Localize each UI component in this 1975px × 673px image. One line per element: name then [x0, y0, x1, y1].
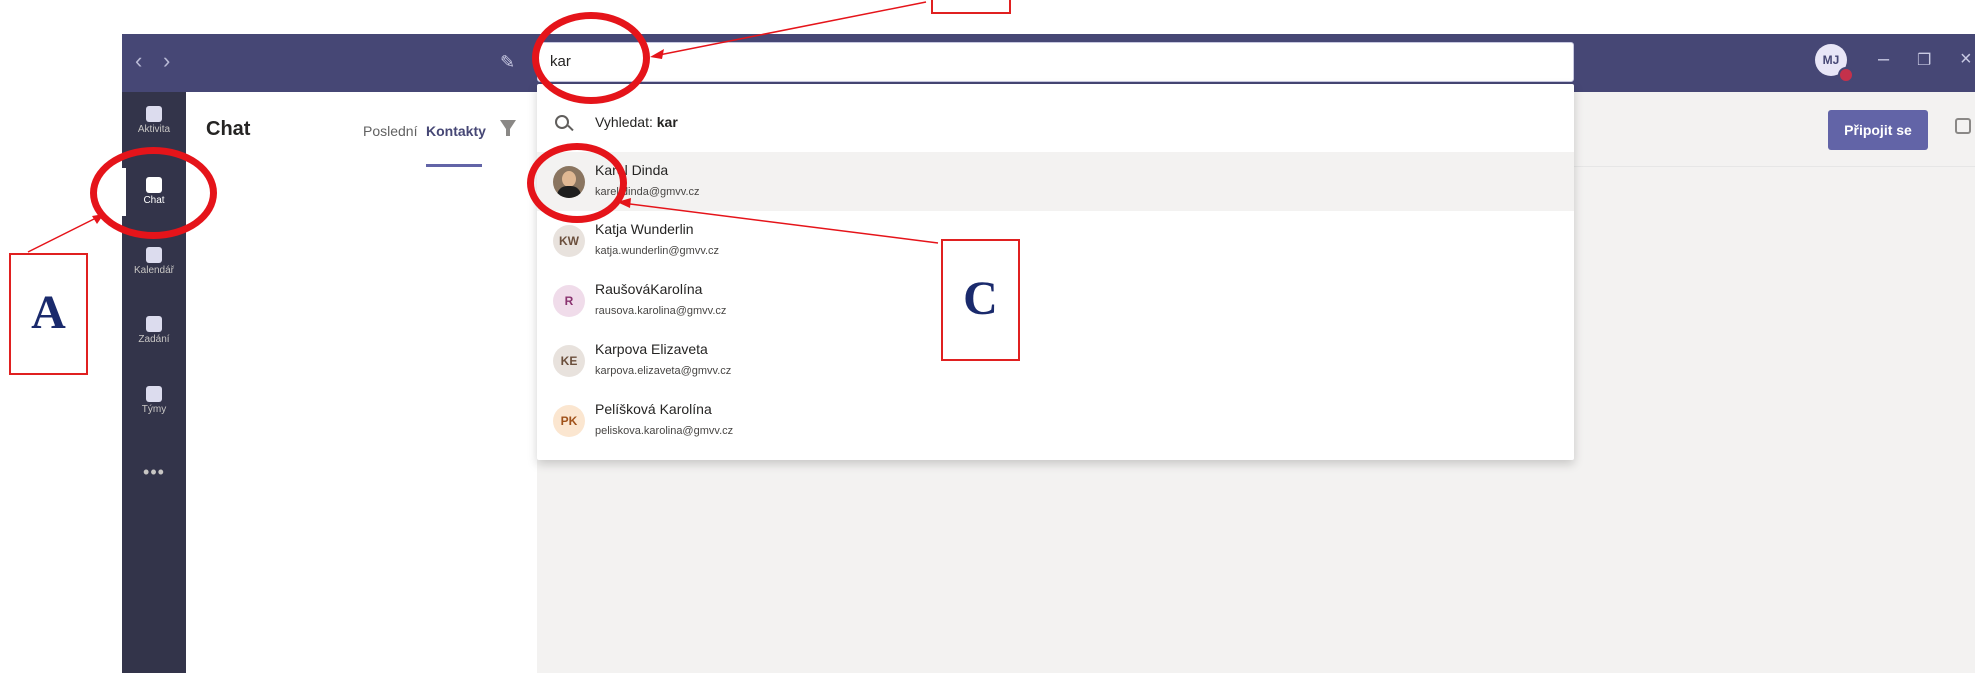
annotation-label-a: A: [31, 286, 66, 339]
back-arrow-icon[interactable]: ‹: [135, 48, 142, 74]
result-email: peliskova.karolina@gmvv.cz: [595, 425, 734, 437]
rail-item-assignments[interactable]: Zadání: [122, 316, 186, 345]
rail-item-label: Aktivita: [137, 124, 171, 135]
result-name: Katja Wunderlin: [595, 221, 694, 237]
assignments-icon: [146, 316, 162, 332]
search-suggestion-prefix: Vyhledat:: [595, 114, 657, 130]
result-email: karpova.elizaveta@gmvv.cz: [595, 365, 732, 377]
result-name: RaušováKarolína: [595, 281, 703, 297]
tab-contacts[interactable]: Kontakty: [426, 123, 486, 139]
list-item[interactable]: [537, 271, 1574, 330]
annotation-ellipse-chat: [90, 147, 217, 239]
avatar: PK: [553, 405, 585, 437]
rail-item-calendar[interactable]: Kalendář: [122, 247, 186, 276]
annotation-arrow-a: [27, 215, 101, 253]
result-email: katja.wunderlin@gmvv.cz: [595, 245, 720, 257]
tab-active-underline: [426, 164, 482, 167]
tab-recent[interactable]: Poslední: [363, 123, 417, 139]
result-name: Pelíšková Karolína: [595, 401, 712, 417]
bell-icon: [146, 106, 162, 122]
result-email: rausova.karolina@gmvv.cz: [595, 305, 727, 317]
list-item[interactable]: [537, 391, 1574, 450]
rail-item-label: Kalendář: [133, 265, 175, 276]
add-apps-icon[interactable]: [1955, 118, 1971, 134]
filter-icon-stem: [506, 128, 510, 136]
search-icon: [555, 115, 569, 129]
rail-item-label: Týmy: [141, 404, 167, 415]
join-button[interactable]: Připojit se: [1828, 110, 1928, 150]
minimize-icon[interactable]: –: [1878, 48, 1889, 71]
list-item[interactable]: [537, 152, 1574, 211]
rail-item-teams[interactable]: Týmy: [122, 386, 186, 415]
avatar: KE: [553, 345, 585, 377]
list-item[interactable]: [537, 211, 1574, 270]
rail-item-label: Zadání: [138, 334, 170, 345]
avatar: KW: [553, 225, 585, 257]
page-title: Chat: [206, 118, 251, 140]
list-item[interactable]: [537, 331, 1574, 390]
close-icon[interactable]: ×: [1960, 48, 1972, 71]
annotation-label-c: C: [963, 272, 998, 325]
maximize-icon[interactable]: ❐: [1917, 50, 1931, 70]
rail-item-activity[interactable]: Aktivita: [122, 106, 186, 135]
forward-arrow-icon[interactable]: ›: [163, 48, 170, 74]
search-input[interactable]: kar: [537, 42, 1574, 82]
presence-busy-icon: [1838, 67, 1854, 83]
annotation-box-top: [931, 0, 1011, 14]
more-apps-icon[interactable]: •••: [122, 462, 186, 483]
compose-icon[interactable]: ✎: [500, 52, 520, 72]
result-name: Karpova Elizaveta: [595, 341, 708, 357]
annotation-ellipse-contact: [527, 143, 627, 223]
chat-list-pane: [186, 92, 538, 673]
calendar-icon: [146, 247, 162, 263]
annotation-ellipse-search: [532, 12, 650, 104]
search-suggestion-term: kar: [656, 114, 678, 130]
teams-icon: [146, 386, 162, 402]
search-suggestion[interactable]: Vyhledat: kar: [595, 114, 678, 130]
avatar: R: [553, 285, 585, 317]
